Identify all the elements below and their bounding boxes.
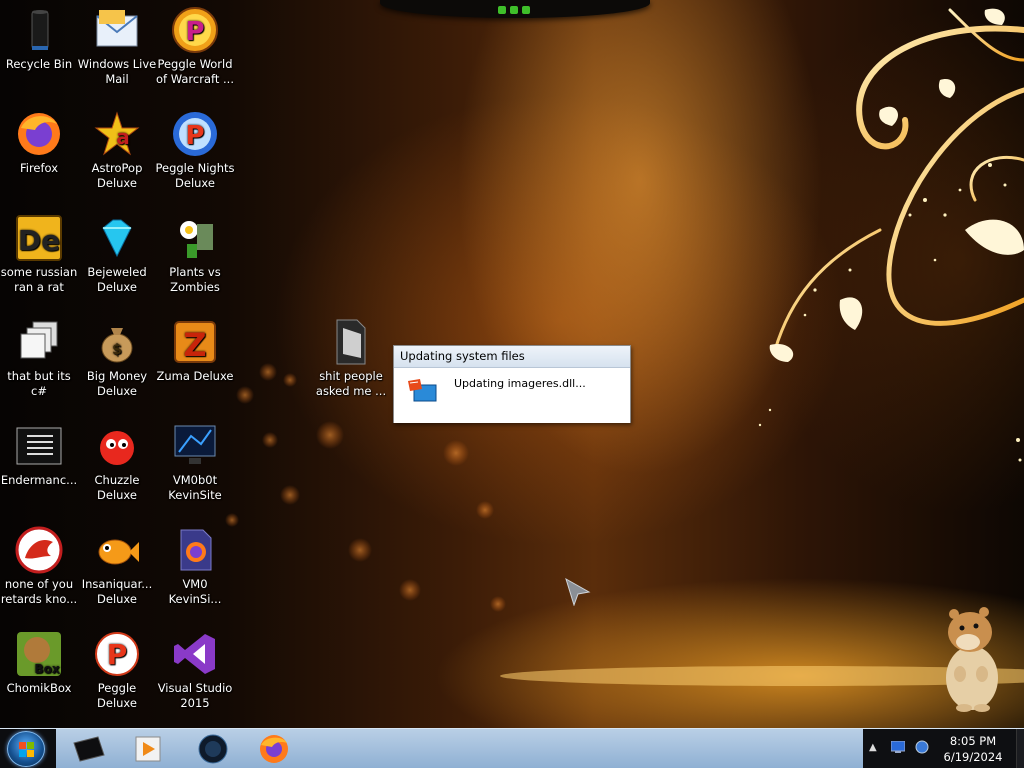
desktop-icon-folder-shit-people[interactable]: shit people asked me ... [311,318,391,399]
svg-text:Z: Z [183,326,206,364]
icon-label: AstroPop Deluxe [91,161,143,190]
icon-label: Peggle Nights Deluxe [155,161,235,190]
desktop-icon-astropop[interactable]: a AstroPop Deluxe [77,110,157,191]
terminal-icon [73,736,105,762]
icon-label: VM0b0t KevinSite [168,473,222,502]
desktop-icon-peggle-deluxe[interactable]: P Peggle Deluxe [77,630,157,711]
desktop-icon-endermanc[interactable]: Endermanc... [0,422,79,488]
dark-orb-icon [198,734,228,764]
console-app-icon [15,422,63,470]
vm-screen-icon [171,422,219,470]
desktop-icon-that-but-its-c[interactable]: that but its c# [0,318,79,399]
icon-label: Zuma Deluxe [156,369,234,383]
icon-label: Windows Live Mail [77,57,157,86]
firefox-icon [260,735,288,763]
svg-text:P: P [185,121,204,151]
desktop-icon-chuzzle[interactable]: Chuzzle Deluxe [77,422,157,503]
start-button[interactable] [7,731,45,767]
svg-text:P: P [107,638,128,671]
show-desktop-button[interactable] [1016,729,1024,768]
icon-label: Big Money Deluxe [86,369,148,398]
icon-label: Firefox [19,161,59,175]
chomikbox-icon: Box [15,630,63,678]
icon-label: shit people asked me ... [315,369,387,398]
icon-label: Recycle Bin [5,57,73,71]
money-bag-icon: $ [93,318,141,366]
clock-time[interactable]: 8:05 PM [935,734,1011,748]
mail-icon [93,6,141,54]
taskbar-pinned-terminal[interactable] [70,733,108,765]
media-player-icon [135,736,161,762]
plants-vs-zombies-icon [171,214,219,262]
mouse-cursor-icon [565,577,591,610]
desktop-icon-windows-live-mail[interactable]: Windows Live Mail [77,6,157,87]
svg-text:Box: Box [34,662,59,676]
desktop-icon-recycle-bin[interactable]: Recycle Bin [0,6,79,72]
desktop-icon-zuma[interactable]: Z Zuma Deluxe [155,318,235,384]
desktop-icon-insaniquarium[interactable]: Insaniquar... Deluxe [77,526,157,607]
taskbar-pinned-media-player[interactable] [130,733,168,765]
clock-date[interactable]: 6/19/2024 [935,750,1011,764]
desktop-icon-some-russian[interactable]: De some russian ran a rat [0,214,79,295]
icon-label: Chuzzle Deluxe [94,473,140,502]
desktop-icon-peggle-wow[interactable]: P Peggle World of Warcraft ... [155,6,235,87]
peggle-icon: P [171,6,219,54]
tray-expand-button[interactable]: ▲ [869,742,877,753]
chuzzle-icon [93,422,141,470]
desktop-icon-plants-vs-zombies[interactable]: Plants vs Zombies [155,214,235,295]
desktop-icon-none-of-you[interactable]: none of you retards kno... [0,526,79,607]
icon-label: VM0 KevinSi... [168,577,222,606]
dialog-message: Updating imageres.dll... [454,377,586,390]
icon-label: that but its c# [7,369,71,398]
peggle-deluxe-icon: P [93,630,141,678]
windows-stack-icon [15,318,63,366]
firefox-file-icon [171,526,219,574]
icon-label: Peggle World of Warcraft ... [156,57,234,86]
icon-label: some russian ran a rat [0,265,78,294]
recycle-bin-icon [15,6,63,54]
desktop-icon-bejeweled[interactable]: Bejeweled Deluxe [77,214,157,295]
svg-text:P: P [185,17,204,47]
peggle-nights-icon: P [171,110,219,158]
hamster-desktop-pet[interactable] [938,604,1008,712]
zuma-icon: Z [171,318,219,366]
icon-label: Bejeweled Deluxe [87,265,147,294]
fish-icon [93,526,141,574]
icon-label: none of you retards kno... [0,577,78,606]
folder-icon [327,318,375,366]
update-icon [406,377,438,405]
desktop-icon-chomikbox[interactable]: Box ChomikBox [0,630,79,696]
desktop-icon-firefox[interactable]: Firefox [0,110,79,176]
taskbar-pinned-dark-orb[interactable] [194,733,232,765]
icon-label: Peggle Deluxe [97,681,137,710]
desktop-icon-visual-studio[interactable]: Visual Studio 2015 [155,630,235,711]
taskbar-pinned-firefox[interactable] [255,733,293,765]
desktop-icon-vm0-kevinsite[interactable]: VM0 KevinSi... [155,526,235,607]
gem-icon [93,214,141,262]
updating-system-files-dialog[interactable]: Updating system files Updating imageres.… [393,345,631,423]
astropop-icon: a [93,110,141,158]
firefox-icon [15,110,63,158]
desktop-icon-vm0b0t[interactable]: VM0b0t KevinSite [155,422,235,503]
icon-label: Plants vs Zombies [169,265,221,294]
icon-label: ChomikBox [6,681,72,695]
desktop-icon-big-money[interactable]: $ Big Money Deluxe [77,318,157,399]
taskbar: ▲ 8:05 PM 6/19/2024 [0,728,1024,768]
volume-icon[interactable] [915,740,929,754]
network-icon[interactable] [891,741,905,753]
svg-text:De: De [18,224,60,257]
svg-text:a: a [116,125,130,149]
icon-label: Insaniquar... Deluxe [81,577,153,606]
visual-studio-icon [171,630,219,678]
dialog-title: Updating system files [394,346,630,368]
de-icon: De [15,214,63,262]
windows-logo-icon [19,742,34,757]
svg-text:$: $ [112,342,122,358]
dino-icon [15,526,63,574]
icon-label: Endermanc... [0,473,78,487]
icon-label: Visual Studio 2015 [157,681,233,710]
desktop-icon-peggle-nights[interactable]: P Peggle Nights Deluxe [155,110,235,191]
system-tray: ▲ 8:05 PM 6/19/2024 [863,729,1024,768]
